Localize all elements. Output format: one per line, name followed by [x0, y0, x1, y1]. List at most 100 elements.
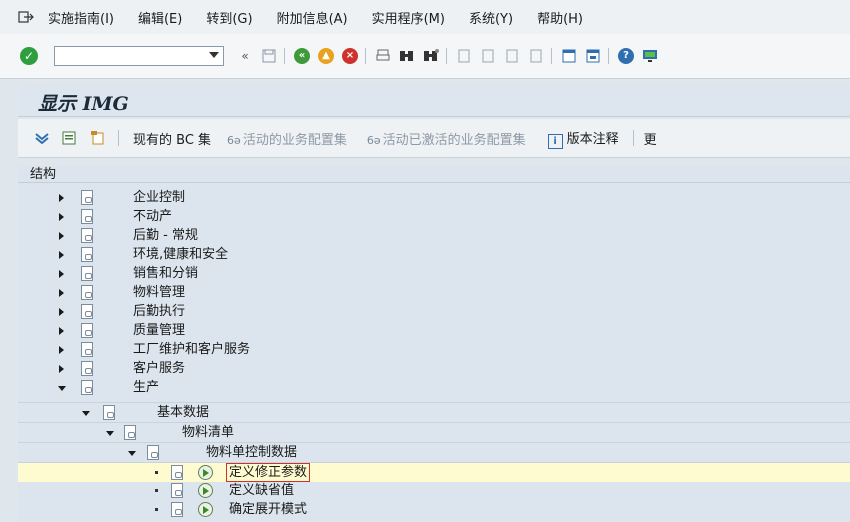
- find-icon[interactable]: [398, 47, 416, 65]
- shortcut-icon[interactable]: [584, 47, 602, 65]
- tree-node-label: 生产: [133, 380, 160, 395]
- img-node-icon: [81, 228, 93, 243]
- tree-node-label: 不动产: [133, 209, 173, 224]
- tree-node-label: 销售和分销: [133, 266, 199, 281]
- execute-activity-icon[interactable]: [198, 502, 213, 517]
- application-toolbar: 现有的 BC 集 6ə 活动的业务配置集 6ə 活动已激活的业务配置集 i 版本注释 …: [18, 119, 850, 158]
- menu-help[interactable]: 帮助(H): [537, 8, 583, 27]
- tree-node-label: 环境,健康和安全: [133, 247, 229, 262]
- expand-arrow-icon[interactable]: [59, 270, 64, 278]
- tree-node[interactable]: 不动产: [18, 207, 850, 226]
- active-bc-sets-button[interactable]: 6ə 活动的业务配置集: [227, 129, 347, 148]
- cancel-icon[interactable]: ×: [341, 47, 359, 65]
- collapse-arrow-icon[interactable]: [82, 411, 90, 416]
- expand-arrow-icon[interactable]: [59, 213, 64, 221]
- tree-node-label: 后勤 - 常规: [133, 228, 198, 243]
- execute-activity-icon[interactable]: [198, 483, 213, 498]
- exit-menu-icon[interactable]: [18, 10, 34, 24]
- tree-node-production[interactable]: 生产: [18, 378, 850, 397]
- tree-node-label: 后勤执行: [133, 304, 186, 319]
- expand-arrow-icon[interactable]: [59, 308, 64, 316]
- title-bar: 显示 IMG: [18, 86, 850, 117]
- toolbar-separator: [551, 48, 552, 64]
- tree-node[interactable]: 后勤 - 常规: [18, 226, 850, 245]
- more-button[interactable]: 更: [644, 129, 657, 148]
- collapse-arrow-icon[interactable]: [58, 386, 66, 391]
- expand-arrow-icon[interactable]: [59, 346, 64, 354]
- menu-implementation-guide[interactable]: 实施指南(I): [48, 8, 114, 27]
- tree-node-label: 物料单控制数据: [206, 445, 298, 460]
- tree-node-bom-control[interactable]: 物料单控制数据: [18, 442, 850, 462]
- tree-activity-define-explosion-types[interactable]: 确定展开模式: [18, 500, 850, 519]
- collapse-toolbar-button[interactable]: «: [236, 47, 254, 65]
- tree-node-label: 企业控制: [133, 190, 186, 205]
- first-page-icon[interactable]: [455, 47, 473, 65]
- exit-icon[interactable]: ▲: [317, 47, 335, 65]
- tree-node[interactable]: 销售和分销: [18, 264, 850, 283]
- tree-node-bom[interactable]: 物料清单: [18, 422, 850, 442]
- tree-node-label: 客户服务: [133, 361, 186, 376]
- img-node-icon: [81, 304, 93, 319]
- menu-system[interactable]: 系统(Y): [469, 8, 513, 27]
- expand-arrow-icon[interactable]: [59, 232, 64, 240]
- customize-layout-icon[interactable]: [641, 47, 659, 65]
- expand-arrow-icon[interactable]: [59, 251, 64, 259]
- tree-node[interactable]: 质量管理: [18, 321, 850, 340]
- toolbar-separator: [608, 48, 609, 64]
- collapse-arrow-icon[interactable]: [128, 451, 136, 456]
- activated-bc-sets-button[interactable]: 6ə 活动已激活的业务配置集: [367, 129, 526, 148]
- tree-node[interactable]: 物料管理: [18, 283, 850, 302]
- save-icon[interactable]: [260, 47, 278, 65]
- release-notes-label: 版本注释: [566, 131, 619, 147]
- leaf-bullet: [155, 471, 158, 474]
- collapse-arrow-icon[interactable]: [106, 431, 114, 436]
- last-page-icon[interactable]: [527, 47, 545, 65]
- img-node-icon[interactable]: [171, 502, 183, 517]
- help-icon[interactable]: ?: [617, 47, 635, 65]
- command-field[interactable]: [54, 46, 224, 66]
- documentation-icon[interactable]: [62, 130, 78, 146]
- img-node-icon: [81, 342, 93, 357]
- release-notes-button[interactable]: i 版本注释: [547, 128, 619, 149]
- img-node-icon: [124, 425, 136, 440]
- expand-arrow-icon[interactable]: [59, 194, 64, 202]
- glasses-icon: 6ə: [366, 133, 381, 147]
- find-next-icon[interactable]: [422, 47, 440, 65]
- tree-node[interactable]: 企业控制: [18, 188, 850, 207]
- back-icon[interactable]: «: [293, 47, 311, 65]
- next-page-icon[interactable]: [503, 47, 521, 65]
- notes-icon[interactable]: [90, 130, 106, 146]
- active-bc-sets-label: 活动的业务配置集: [242, 132, 347, 148]
- command-input[interactable]: [58, 47, 202, 65]
- tree-node-label: 定义缺省值: [229, 483, 295, 498]
- tree-node-basic-data[interactable]: 基本数据: [18, 402, 850, 422]
- img-node-icon[interactable]: [171, 483, 183, 498]
- tree-node[interactable]: 环境,健康和安全: [18, 245, 850, 264]
- img-node-icon: [147, 445, 159, 460]
- tree-node[interactable]: 客户服务: [18, 359, 850, 378]
- toolbar-separator: [284, 48, 285, 64]
- menu-utilities[interactable]: 实用程序(M): [372, 8, 445, 27]
- previous-page-icon[interactable]: [479, 47, 497, 65]
- enter-check-icon[interactable]: ✓: [20, 47, 38, 65]
- command-dropdown-icon[interactable]: [209, 52, 219, 58]
- standard-toolbar: ✓ « « ▲ × ?: [0, 34, 850, 79]
- expand-arrow-icon[interactable]: [59, 327, 64, 335]
- tree-activity-define-modification-params[interactable]: 定义修正参数: [18, 462, 850, 482]
- menu-edit[interactable]: 编辑(E): [138, 8, 182, 27]
- existing-bc-sets-button[interactable]: 现有的 BC 集: [133, 129, 211, 148]
- tree-activity-define-defaults[interactable]: 定义缺省值: [18, 481, 850, 500]
- menu-goto[interactable]: 转到(G): [206, 8, 252, 27]
- expand-arrow-icon[interactable]: [59, 289, 64, 297]
- menu-extras[interactable]: 附加信息(A): [277, 8, 348, 27]
- expand-all-icon[interactable]: [34, 130, 50, 146]
- new-session-icon[interactable]: [560, 47, 578, 65]
- expand-arrow-icon[interactable]: [59, 365, 64, 373]
- print-icon[interactable]: [374, 47, 392, 65]
- menu-bar: 实施指南(I) 编辑(E) 转到(G) 附加信息(A) 实用程序(M) 系统(Y…: [0, 0, 850, 35]
- tree-node[interactable]: 后勤执行: [18, 302, 850, 321]
- img-node-icon: [81, 247, 93, 262]
- img-node-icon[interactable]: [171, 465, 183, 480]
- tree-node[interactable]: 工厂维护和客户服务: [18, 340, 850, 359]
- execute-activity-icon[interactable]: [198, 465, 213, 480]
